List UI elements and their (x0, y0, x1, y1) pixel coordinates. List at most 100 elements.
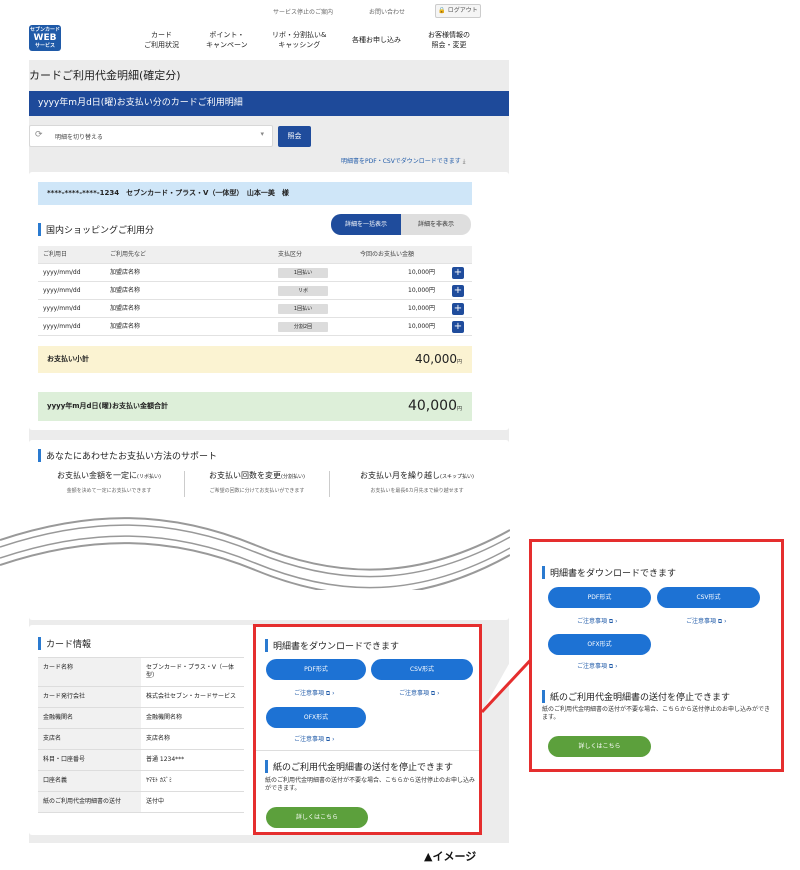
logout-label: ログアウト (447, 7, 478, 14)
expand-plus-icon[interactable]: + (452, 303, 464, 315)
support-head-sub: (分割払い) (281, 474, 305, 480)
nav-line2: ご利用状況 (144, 41, 179, 49)
nav-line2: 照会・変更 (431, 41, 467, 49)
table-row: yyyy/mm/dd 加盟店名称 分割2回 10,000円 + (38, 318, 472, 336)
statement-selector[interactable]: ⟳ 明細を切り替える ▾ (29, 125, 273, 147)
row-date: yyyy/mm/dd (43, 323, 81, 330)
support-revolving[interactable]: お支払い金額を一定に(リボ払い) 金額を決めて一定にお支払いできます (39, 470, 179, 494)
ofx-note-link[interactable]: ご注意事項 ⧉ › (577, 661, 618, 671)
nav-line1: リボ・分割払い& (272, 31, 327, 39)
col-type: 支払区分 (278, 251, 303, 258)
pdf-note-link[interactable]: ご注意事項 ⧉ › (577, 616, 618, 626)
hide-details-button[interactable]: 詳細を非表示 (401, 214, 471, 235)
expand-plus-icon[interactable]: + (452, 285, 464, 297)
omission-wave (0, 517, 510, 590)
nav-card-usage[interactable]: カード ご利用状況 (144, 30, 179, 50)
ofx-button[interactable]: OFX形式 (548, 634, 651, 655)
paper-detail-button[interactable]: 詳しくはこちら (266, 807, 368, 828)
download-title: 明細書をダウンロードできます (542, 566, 676, 579)
paper-detail-button[interactable]: 詳しくはこちら (548, 736, 651, 757)
subtotal-label: お支払い小計 (47, 355, 89, 363)
statement-band: yyyy年m月d日(曜)お支払い分のカードご利用明細 (29, 91, 509, 116)
usage-card: ****-****-****-1234 セブンカード・プラス・V（一体型） 山本… (29, 172, 509, 430)
note-label: ご注意事項 (577, 618, 608, 625)
note-label: ご注意事項 (577, 663, 608, 670)
domestic-title: 国内ショッピングご利用分 (38, 223, 154, 236)
nav-line1: お客様情報の (428, 31, 470, 39)
row-amount: 10,000円 (408, 287, 435, 294)
info-key: 口座名義 (38, 771, 141, 791)
row-amount: 10,000円 (408, 305, 435, 312)
nav-line2: キャンペーン (206, 41, 248, 49)
page-title: カードご利用代金明細(確定分) (29, 69, 181, 82)
csv-button[interactable]: CSV形式 (371, 659, 473, 680)
info-row: 支店名 支店名称 (38, 728, 244, 749)
ofx-button[interactable]: OFX形式 (266, 707, 366, 728)
nav-line1: ポイント・ (209, 31, 245, 39)
pdf-note-link[interactable]: ご注意事項 ⧉ › (294, 688, 335, 698)
paper-text: 紙のご利用代金明細書の送付が不要な場合、こちらから送付停止のお申し込みができます… (542, 706, 771, 721)
service-notice-link[interactable]: サービス停止のご案内 (273, 7, 333, 16)
paper-title: 紙のご利用代金明細書の送付を停止できます (542, 690, 730, 703)
note-label: ご注意事項 (399, 690, 430, 697)
info-key: カード発行会社 (38, 687, 141, 707)
card-number-line: ****-****-****-1234 セブンカード・プラス・V（一体型） 山本… (38, 182, 472, 205)
table-row: yyyy/mm/dd 加盟店名称 1回払い 10,000円 + (38, 300, 472, 318)
total-number: 40,000 (407, 398, 457, 414)
pdf-button[interactable]: PDF形式 (548, 587, 651, 608)
total-label: yyyy年m月d日(曜)お支払い金額合計 (47, 402, 168, 410)
nav-line1: 各種お申し込み (352, 36, 401, 44)
table-row: yyyy/mm/dd 加盟店名称 リボ 10,000円 + (38, 282, 472, 300)
row-shop: 加盟店名称 (110, 287, 141, 294)
row-type-tag: 分割2回 (278, 322, 328, 332)
nav-points[interactable]: ポイント・キャンペーン (206, 30, 248, 50)
logo[interactable]: セブンカード WEB サービス (29, 25, 61, 51)
info-row: 紙のご利用代金明細書の送付 送付中 (38, 791, 244, 813)
download-icon: ⤓ (462, 158, 466, 165)
detail-toggle: 詳細を一括表示 詳細を非表示 (331, 214, 471, 235)
card-info-table: カード名称 セブンカード・プラス・V（一体型） カード発行会社 株式会社セブン・カー… (38, 657, 244, 813)
row-amount: 10,000円 (408, 269, 435, 276)
support-head-sub: (スキップ払い) (440, 474, 474, 480)
total-value: 40,000円 (408, 392, 462, 424)
usage-table: ご利用日 ご利用先など 支払区分 今回のお支払い金額 yyyy/mm/dd 加盟… (38, 246, 472, 336)
pdf-button[interactable]: PDF形式 (266, 659, 366, 680)
expand-plus-icon[interactable]: + (452, 321, 464, 333)
csv-note-link[interactable]: ご注意事項 ⧉ › (686, 616, 727, 626)
support-head: お支払い月を繰り越し(スキップ払い) (332, 470, 502, 481)
csv-note-link[interactable]: ご注意事項 ⧉ › (399, 688, 440, 698)
note-label: ご注意事項 (294, 690, 325, 697)
col-amount: 今回のお支払い金額 (360, 251, 415, 258)
nav-customer-info[interactable]: お客様情報の 照会・変更 (428, 30, 470, 50)
nav-revolving[interactable]: リボ・分割払い& キャッシング (272, 30, 326, 50)
contact-link[interactable]: お問い合わせ (369, 7, 405, 16)
show-all-details-button[interactable]: 詳細を一括表示 (331, 214, 401, 235)
col-shop: ご利用先など (110, 251, 147, 258)
divider (256, 750, 479, 751)
logout-button[interactable]: 🔒 ログアウト (435, 4, 481, 18)
info-key: 科目・口座番号 (38, 750, 141, 770)
paper-text: 紙のご利用代金明細書の送付が不要な場合、こちらから送付停止のお申し込みができます… (265, 777, 476, 792)
support-head: お支払い金額を一定に(リボ払い) (39, 470, 179, 481)
inquiry-button[interactable]: 照会 (278, 126, 311, 147)
row-shop: 加盟店名称 (110, 269, 141, 276)
subtotal-value: 40,000円 (415, 346, 462, 376)
support-installment[interactable]: お支払い回数を変更(分割払い) ご希望の回数に分けてお支払いができます (187, 470, 327, 494)
download-link[interactable]: 明細書をPDF・CSVでダウンロードできます ⤓ (341, 156, 465, 166)
info-key: 支店名 (38, 729, 141, 749)
expand-plus-icon[interactable]: + (452, 267, 464, 279)
nav-line2: キャッシング (278, 41, 321, 49)
header: サービス停止のご案内 お問い合わせ 🔒 ログアウト セブンカード WEB サービ… (29, 0, 509, 60)
info-row: 科目・口座番号 普通 1234*** (38, 749, 244, 770)
csv-button[interactable]: CSV形式 (657, 587, 760, 608)
row-shop: 加盟店名称 (110, 323, 141, 330)
ofx-note-link[interactable]: ご注意事項 ⧉ › (294, 734, 335, 744)
support-head: お支払い回数を変更(分割払い) (187, 470, 327, 481)
row-date: yyyy/mm/dd (43, 269, 81, 276)
note-label: ご注意事項 (294, 736, 325, 743)
logo-bottom: サービス (34, 43, 55, 49)
support-skip[interactable]: お支払い月を繰り越し(スキップ払い) お支払いを最長6カ月先まで繰り越せます (332, 470, 502, 494)
info-value: 金融機関名称 (146, 714, 183, 721)
nav-applications[interactable]: 各種お申し込み (352, 35, 401, 45)
nav-line1: カード (151, 31, 172, 39)
